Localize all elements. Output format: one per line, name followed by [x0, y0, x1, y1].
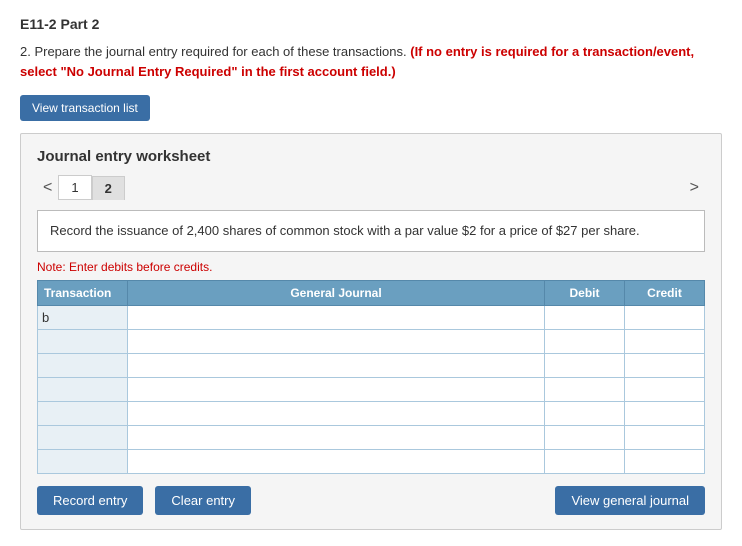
- credit-input[interactable]: [629, 359, 700, 373]
- col-header-transaction: Transaction: [38, 280, 128, 305]
- table-row: [38, 353, 705, 377]
- journal-input[interactable]: [132, 359, 540, 373]
- journal-input[interactable]: [132, 335, 540, 349]
- credit-cell[interactable]: [625, 401, 705, 425]
- debit-cell[interactable]: [545, 353, 625, 377]
- transaction-cell: [38, 329, 128, 353]
- debit-input[interactable]: [549, 335, 620, 349]
- col-header-credit: Credit: [625, 280, 705, 305]
- instruction-text: 2. Prepare the journal entry required fo…: [20, 44, 410, 59]
- debit-input[interactable]: [549, 311, 620, 325]
- debit-cell[interactable]: [545, 425, 625, 449]
- table-row: [38, 425, 705, 449]
- transaction-cell: [38, 449, 128, 473]
- journal-input[interactable]: [132, 455, 540, 469]
- journal-cell[interactable]: [128, 401, 545, 425]
- tab-navigation: < 1 2 >: [37, 175, 705, 200]
- credit-cell[interactable]: [625, 329, 705, 353]
- journal-input[interactable]: [132, 383, 540, 397]
- journal-input[interactable]: [132, 407, 540, 421]
- record-entry-button[interactable]: Record entry: [37, 486, 143, 515]
- transaction-cell: [38, 377, 128, 401]
- journal-input[interactable]: [132, 431, 540, 445]
- debit-cell[interactable]: [545, 329, 625, 353]
- journal-cell[interactable]: [128, 425, 545, 449]
- tab-1[interactable]: 1: [58, 175, 91, 200]
- next-tab-button[interactable]: >: [684, 177, 705, 199]
- instruction: 2. Prepare the journal entry required fo…: [20, 42, 722, 81]
- credit-input[interactable]: [629, 407, 700, 421]
- table-row: [38, 329, 705, 353]
- table-row: b: [38, 305, 705, 329]
- transaction-cell: [38, 425, 128, 449]
- debit-cell[interactable]: [545, 305, 625, 329]
- journal-cell[interactable]: [128, 449, 545, 473]
- note-text: Note: Enter debits before credits.: [37, 260, 705, 274]
- journal-cell[interactable]: [128, 305, 545, 329]
- journal-table: Transaction General Journal Debit Credit…: [37, 280, 705, 474]
- worksheet-title: Journal entry worksheet: [37, 148, 705, 165]
- col-header-journal: General Journal: [128, 280, 545, 305]
- worksheet-container: Journal entry worksheet < 1 2 > Record t…: [20, 133, 722, 530]
- view-general-journal-button[interactable]: View general journal: [555, 486, 705, 515]
- table-row: [38, 377, 705, 401]
- debit-input[interactable]: [549, 431, 620, 445]
- credit-cell[interactable]: [625, 305, 705, 329]
- debit-cell[interactable]: [545, 401, 625, 425]
- description-box: Record the issuance of 2,400 shares of c…: [37, 210, 705, 252]
- col-header-debit: Debit: [545, 280, 625, 305]
- transaction-cell: [38, 401, 128, 425]
- journal-input[interactable]: [132, 311, 540, 325]
- credit-input[interactable]: [629, 335, 700, 349]
- credit-input[interactable]: [629, 383, 700, 397]
- debit-cell[interactable]: [545, 449, 625, 473]
- prev-tab-button[interactable]: <: [37, 177, 58, 199]
- debit-cell[interactable]: [545, 377, 625, 401]
- view-transaction-button[interactable]: View transaction list: [20, 95, 150, 121]
- journal-cell[interactable]: [128, 353, 545, 377]
- debit-input[interactable]: [549, 383, 620, 397]
- journal-cell[interactable]: [128, 377, 545, 401]
- transaction-cell: b: [38, 305, 128, 329]
- credit-input[interactable]: [629, 311, 700, 325]
- transaction-cell: [38, 353, 128, 377]
- credit-input[interactable]: [629, 431, 700, 445]
- credit-cell[interactable]: [625, 425, 705, 449]
- tab-2[interactable]: 2: [92, 176, 125, 200]
- debit-input[interactable]: [549, 359, 620, 373]
- journal-cell[interactable]: [128, 329, 545, 353]
- debit-input[interactable]: [549, 455, 620, 469]
- table-row: [38, 401, 705, 425]
- credit-cell[interactable]: [625, 377, 705, 401]
- table-row: [38, 449, 705, 473]
- footer-buttons: Record entry Clear entry View general jo…: [37, 486, 705, 515]
- debit-input[interactable]: [549, 407, 620, 421]
- page-title: E11-2 Part 2: [20, 16, 722, 32]
- credit-cell[interactable]: [625, 449, 705, 473]
- credit-cell[interactable]: [625, 353, 705, 377]
- credit-input[interactable]: [629, 455, 700, 469]
- clear-entry-button[interactable]: Clear entry: [155, 486, 251, 515]
